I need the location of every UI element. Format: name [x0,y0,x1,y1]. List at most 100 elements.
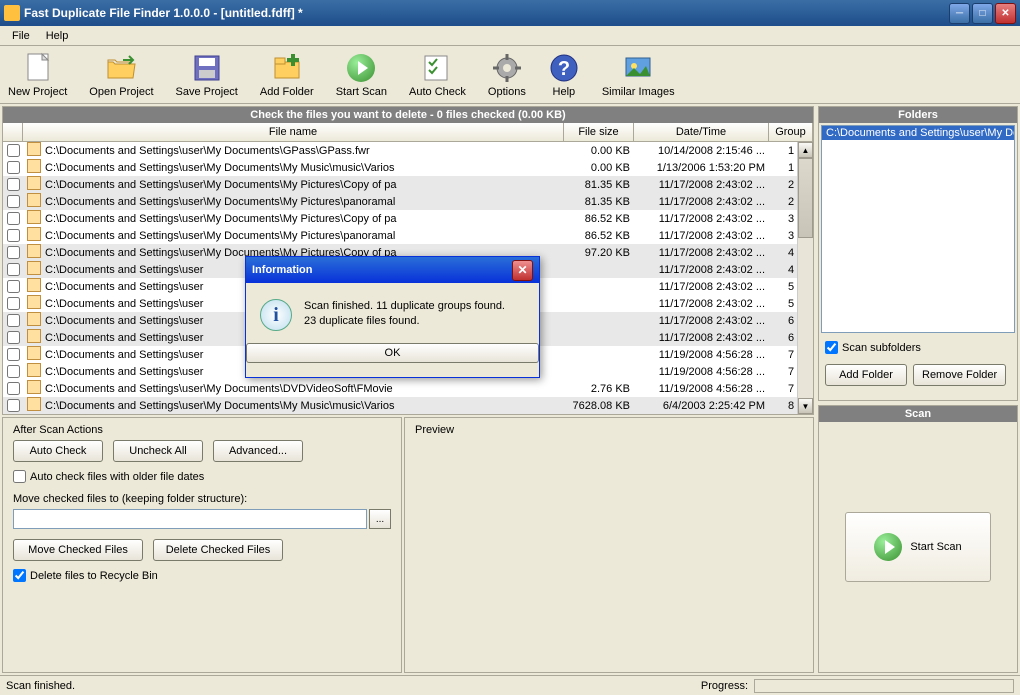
cell-filesize: 81.35 KB [564,195,634,209]
svg-text:?: ? [558,58,570,80]
advanced-button[interactable]: Advanced... [213,440,303,462]
scan-panel: Scan Start Scan [818,405,1018,673]
older-dates-checkbox[interactable] [13,470,26,483]
file-icon [27,261,41,275]
preview-panel: Preview [404,417,814,673]
info-icon: i [260,299,292,331]
scroll-thumb[interactable] [798,158,813,238]
auto-check-button[interactable]: Auto Check [407,50,468,100]
cell-date: 11/17/2008 2:43:02 ... [634,195,769,209]
column-filesize[interactable]: File size [564,123,634,141]
dialog-ok-button[interactable]: OK [246,343,539,363]
dialog-title: Information [252,264,512,276]
table-row[interactable]: C:\Documents and Settings\user\My Docume… [3,142,813,159]
remove-folder-button[interactable]: Remove Folder [913,364,1006,386]
window-titlebar: Fast Duplicate File Finder 1.0.0.0 - [un… [0,0,1020,26]
cell-filename: C:\Documents and Settings\user\My Docume… [41,399,564,413]
play-icon [345,52,377,84]
recycle-bin-checkbox[interactable] [13,569,26,582]
cell-date: 11/19/2008 4:56:28 ... [634,365,769,379]
row-checkbox[interactable] [7,297,20,310]
new-project-button[interactable]: New Project [6,50,69,100]
cell-filename: C:\Documents and Settings\user\My Docume… [41,178,564,192]
folder-item[interactable]: C:\Documents and Settings\user\My Docume… [822,126,1014,140]
cell-filesize: 97.20 KB [564,246,634,260]
table-row[interactable]: C:\Documents and Settings\user\My Docume… [3,176,813,193]
maximize-button[interactable]: □ [972,3,993,24]
auto-check-action-button[interactable]: Auto Check [13,440,103,462]
row-checkbox[interactable] [7,229,20,242]
cell-filename: C:\Documents and Settings\user\My Docume… [41,229,564,243]
table-row[interactable]: C:\Documents and Settings\user\My Docume… [3,159,813,176]
scroll-up-button[interactable]: ▲ [798,142,813,158]
after-scan-actions-panel: After Scan Actions Auto Check Uncheck Al… [2,417,402,673]
folders-list[interactable]: C:\Documents and Settings\user\My Docume… [821,125,1015,333]
row-checkbox[interactable] [7,399,20,412]
cell-date: 10/14/2008 2:15:46 ... [634,144,769,158]
cell-filesize: 0.00 KB [564,144,634,158]
dialog-titlebar[interactable]: Information ✕ [246,257,539,283]
uncheck-all-button[interactable]: Uncheck All [113,440,203,462]
cell-date: 11/17/2008 2:43:02 ... [634,263,769,277]
cell-filename: C:\Documents and Settings\user\My Docume… [41,144,564,158]
row-checkbox[interactable] [7,144,20,157]
table-row[interactable]: C:\Documents and Settings\user\My Docume… [3,397,813,414]
column-date[interactable]: Date/Time [634,123,769,141]
column-checkbox[interactable] [3,123,23,141]
similar-images-button[interactable]: Similar Images [600,50,677,100]
cell-filename: C:\Documents and Settings\user\My Docume… [41,382,564,396]
scrollbar-vertical[interactable]: ▲ ▼ [797,142,813,414]
start-scan-big-button[interactable]: Start Scan [845,512,990,582]
file-menu[interactable]: File [4,28,38,44]
cell-filesize [564,337,634,339]
help-menu[interactable]: Help [38,28,77,44]
file-icon [27,278,41,292]
minimize-button[interactable]: ─ [949,3,970,24]
actions-title: After Scan Actions [13,424,391,436]
move-label: Move checked files to (keeping folder st… [13,493,391,505]
file-icon [27,329,41,343]
app-icon [4,5,20,21]
column-group[interactable]: Group [769,123,813,141]
scan-subfolders-checkbox[interactable] [825,341,838,354]
cell-filesize: 7628.08 KB [564,399,634,413]
cell-filename: C:\Documents and Settings\user\My Docume… [41,161,564,175]
open-project-button[interactable]: Open Project [87,50,155,100]
row-checkbox[interactable] [7,280,20,293]
cell-filesize: 86.52 KB [564,212,634,226]
row-checkbox[interactable] [7,331,20,344]
close-button[interactable]: ✕ [995,3,1016,24]
move-checked-button[interactable]: Move Checked Files [13,539,143,561]
table-row[interactable]: C:\Documents and Settings\user\My Docume… [3,380,813,397]
row-checkbox[interactable] [7,382,20,395]
column-filename[interactable]: File name [23,123,564,141]
row-checkbox[interactable] [7,212,20,225]
row-checkbox[interactable] [7,161,20,174]
help-button[interactable]: ? Help [546,50,582,100]
save-project-button[interactable]: Save Project [174,50,240,100]
scroll-down-button[interactable]: ▼ [798,398,813,414]
delete-checked-button[interactable]: Delete Checked Files [153,539,283,561]
cell-filesize [564,286,634,288]
row-checkbox[interactable] [7,195,20,208]
dialog-close-button[interactable]: ✕ [512,260,533,281]
menu-bar: File Help [0,26,1020,46]
row-checkbox[interactable] [7,365,20,378]
row-checkbox[interactable] [7,314,20,327]
add-folder-small-button[interactable]: Add Folder [825,364,907,386]
table-row[interactable]: C:\Documents and Settings\user\My Docume… [3,227,813,244]
move-path-input[interactable] [13,509,367,529]
table-row[interactable]: C:\Documents and Settings\user\My Docume… [3,210,813,227]
older-dates-label: Auto check files with older file dates [30,471,204,483]
row-checkbox[interactable] [7,263,20,276]
add-folder-button[interactable]: Add Folder [258,50,316,100]
file-icon [27,397,41,411]
row-checkbox[interactable] [7,178,20,191]
row-checkbox[interactable] [7,246,20,259]
browse-button[interactable]: ... [369,509,391,529]
cell-filename: C:\Documents and Settings\user\My Docume… [41,195,564,209]
table-row[interactable]: C:\Documents and Settings\user\My Docume… [3,193,813,210]
options-button[interactable]: Options [486,50,528,100]
start-scan-button[interactable]: Start Scan [334,50,389,100]
row-checkbox[interactable] [7,348,20,361]
